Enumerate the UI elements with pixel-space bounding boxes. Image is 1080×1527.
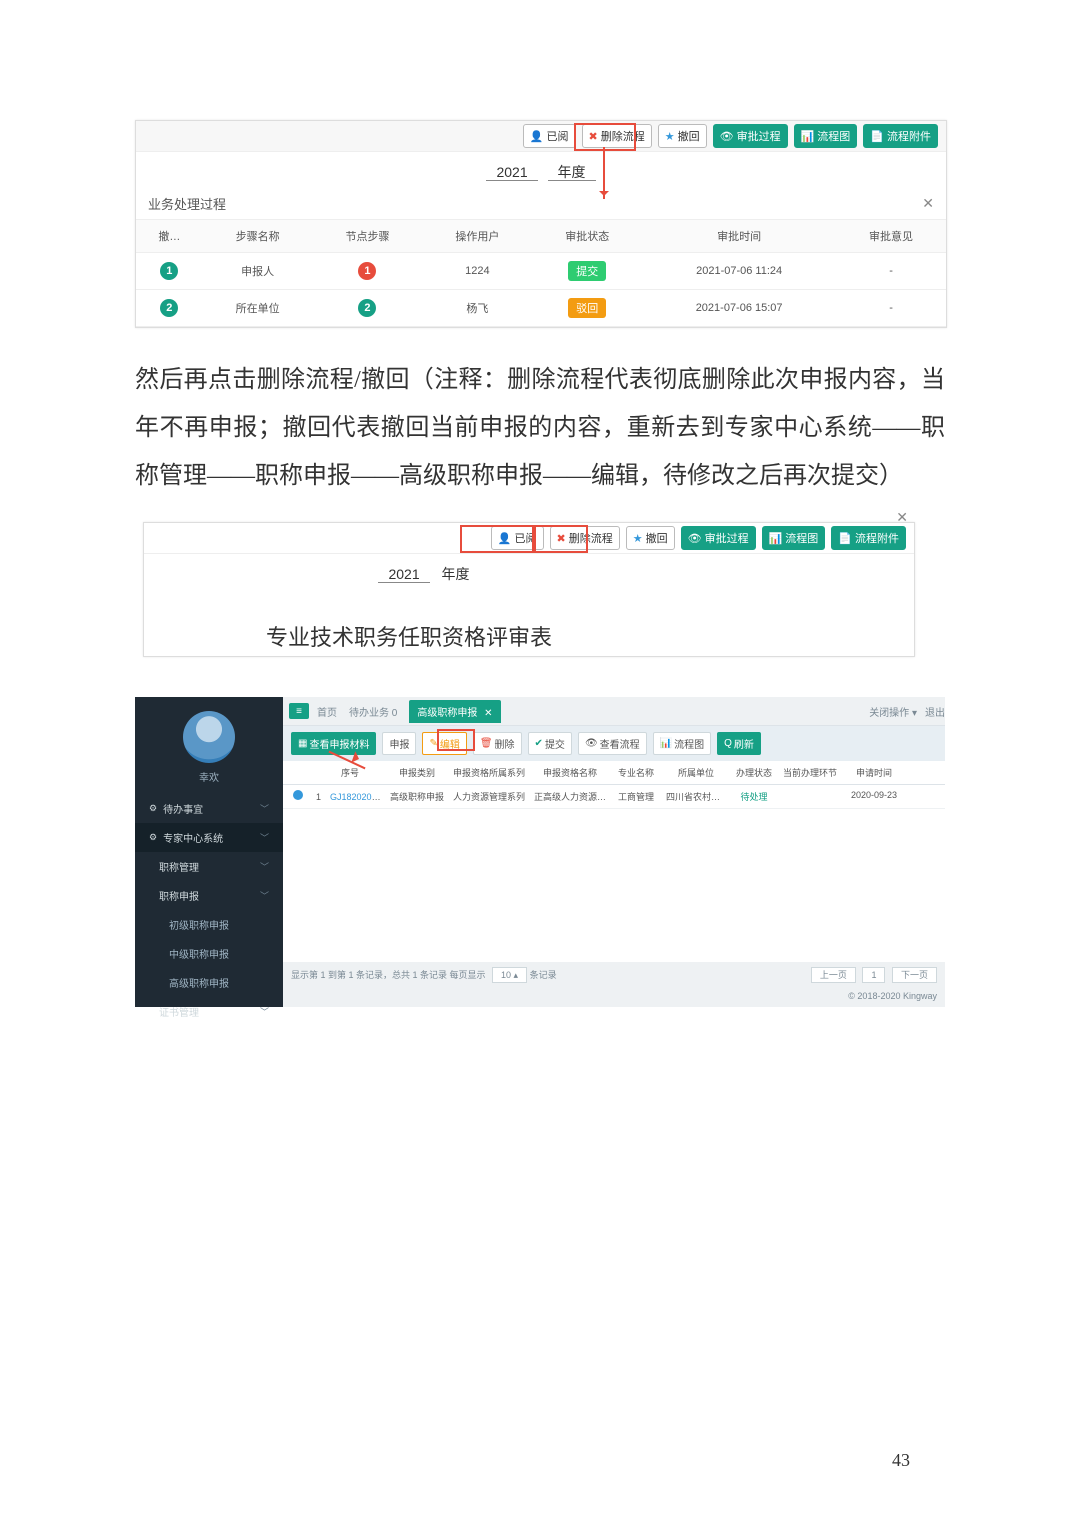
sidebar-item-职称申报[interactable]: 职称申报﹀ [135,881,283,910]
instruction-paragraph: 然后再点击删除流程/撤回（注释：删除流程代表彻底删除此次申报内容，当年不再申报；… [135,356,945,500]
close-ops[interactable]: 关闭操作 ▾ [869,704,917,719]
toolbar-已阅[interactable]: 👤已阅 [523,124,576,148]
list-toolbar: ▦查看申报材料申报 ✎编辑 🗑删除 ✔提交 👁查看流程 📊流程图 Q刷新 [283,726,945,761]
screenshot-approval-process: 👤已阅✖删除流程★撤回👁审批过程📊流程图📄流程附件 2021 年度 业务处理过程… [135,120,947,328]
year-line: 2021 年度 [0,554,914,590]
year-line: 2021 年度 [136,152,946,188]
page-number: 43 [892,1450,910,1471]
grid-empty [283,809,945,962]
main-panel: ≡ 首页 待办业务 0 高级职称申报 ✕ 关闭操作 ▾ 退出 ▦查看申报材料申报… [283,697,945,1007]
sidebar-item-中级职称申报[interactable]: 中级职称申报 [135,939,283,968]
close-icon[interactable]: ✕ [922,195,934,212]
copyright: © 2018-2020 Kingway [283,987,945,1007]
toolbar-流程图[interactable]: 📊流程图 [762,526,826,550]
tbtn-查看申报材料[interactable]: ▦查看申报材料 [291,732,376,755]
avatar-block: 幸欢 [135,697,283,794]
toolbar-审批过程[interactable]: 👁审批过程 [713,124,788,148]
grid-header: 序号申报类别申报资格所属系列申报资格名称专业名称所属单位办理状态当前办理环节申请… [283,761,945,785]
toolbar-已阅[interactable]: 👤已阅 [491,526,544,550]
avatar [183,711,235,763]
toolbar-流程附件[interactable]: 📄流程附件 [831,526,906,550]
panel-title: 业务处理过程 [148,194,226,213]
logout[interactable]: 退出 [925,704,945,719]
page-size-select[interactable]: 10 ▴ [492,967,527,983]
tbtn-申报[interactable]: 申报 [382,732,416,755]
pager: 显示第 1 到第 1 条记录，总共 1 条记录 每页显示 10 ▴ 条记录 上一… [283,962,945,987]
tab-bar: 首页 待办业务 0 高级职称申报 ✕ 关闭操作 ▾ 退出 [283,697,945,726]
toolbar-审批过程[interactable]: 👁审批过程 [681,526,756,550]
tbtn-刷新[interactable]: Q刷新 [717,732,761,755]
year-value: 2021 [378,566,429,583]
sidebar-item-高级职称申报[interactable]: 高级职称申报 [135,968,283,997]
sidebar-item-职称管理[interactable]: 职称管理﹀ [135,852,283,881]
sidebar-item-初级职称申报[interactable]: 初级职称申报 [135,910,283,939]
tab-pending[interactable]: 待办业务 0 [349,704,397,719]
username: 幸欢 [199,769,219,784]
toolbar-撤回[interactable]: ★撤回 [626,526,675,550]
year-value: 2021 [486,164,537,181]
tbtn-查看流程[interactable]: 👁查看流程 [578,732,647,755]
grid-row[interactable]: 1 GJ1820200923…高级职称申报人力资源管理系列正高级人力资源…工商管… [283,785,945,809]
tab-home[interactable]: 首页 [317,704,337,719]
screenshot-system-listing: 幸欢 ⚙待办事宜﹀⚙专家中心系统﹀职称管理﹀职称申报﹀初级职称申报中级职称申报高… [135,697,945,1007]
tab-active[interactable]: 高级职称申报 ✕ [409,700,500,723]
sidebar: 幸欢 ⚙待办事宜﹀⚙专家中心系统﹀职称管理﹀职称申报﹀初级职称申报中级职称申报高… [135,697,283,1007]
toolbar-流程图[interactable]: 📊流程图 [794,124,858,148]
toolbar-删除流程[interactable]: ✖删除流程 [550,526,620,550]
hamburger-icon[interactable]: ≡ [289,703,309,719]
page-number[interactable]: 1 [862,967,885,983]
process-table: 撤…步骤名称节点步骤操作用户审批状态审批时间审批意见 1申报人11224提交20… [136,220,946,327]
next-page-button[interactable]: 下一页 [892,967,937,983]
screenshot-form-header: ✕ 👤已阅✖删除流程★撤回👁审批过程📊流程图📄流程附件 2021 年度 专业技术… [143,522,915,657]
tab-close-icon[interactable]: ✕ [484,708,492,719]
toolbar: 👤已阅✖删除流程★撤回👁审批过程📊流程图📄流程附件 [136,121,946,152]
prev-page-button[interactable]: 上一页 [811,967,856,983]
form-title: 专业技术职务任职资格评审表 [0,590,914,656]
toolbar-删除流程[interactable]: ✖删除流程 [582,124,652,148]
year-label: 年度 [442,566,470,582]
tbtn-删除[interactable]: 🗑删除 [473,732,522,755]
toolbar-流程附件[interactable]: 📄流程附件 [863,124,938,148]
sidebar-item-证书管理[interactable]: 证书管理﹀ [135,997,283,1026]
tbtn-提交[interactable]: ✔提交 [528,732,572,755]
toolbar-撤回[interactable]: ★撤回 [658,124,707,148]
sidebar-item-待办事宜[interactable]: ⚙待办事宜﹀ [135,794,283,823]
close-icon[interactable]: ✕ [896,509,908,526]
tbtn-流程图[interactable]: 📊流程图 [653,732,711,755]
tbtn-编辑[interactable]: ✎编辑 [422,732,466,755]
year-label: 年度 [548,164,596,181]
toolbar: 👤已阅✖删除流程★撤回👁审批过程📊流程图📄流程附件 [144,523,914,554]
sidebar-item-专家中心系统[interactable]: ⚙专家中心系统﹀ [135,823,283,852]
